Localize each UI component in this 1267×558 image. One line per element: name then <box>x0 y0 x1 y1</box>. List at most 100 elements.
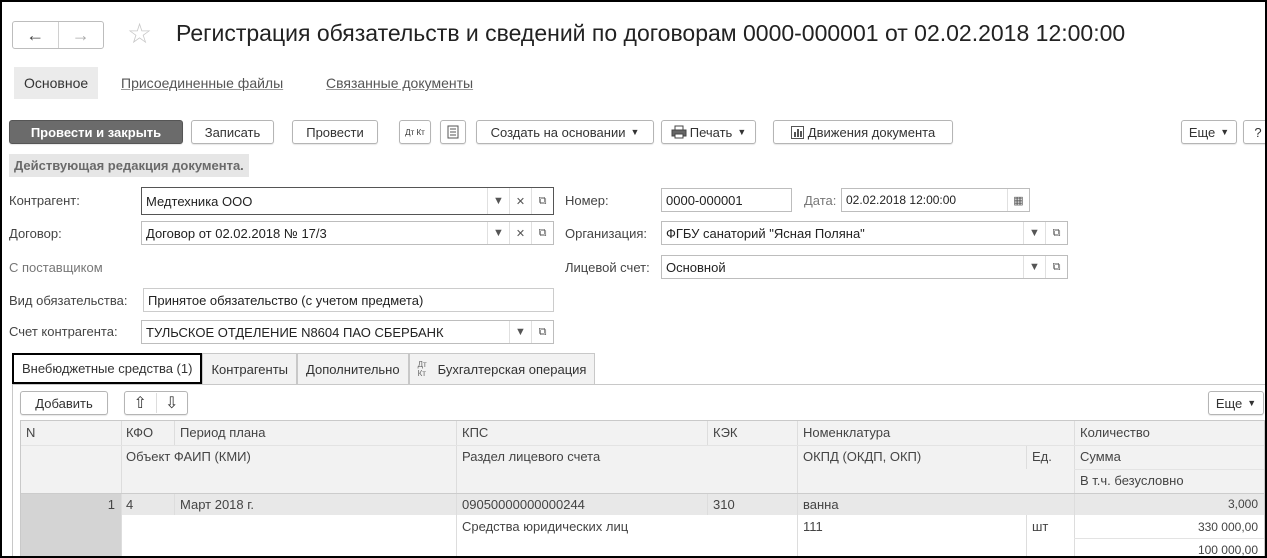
header-kps[interactable]: КПС <box>457 421 488 444</box>
date-field[interactable]: 02.02.2018 12:00:00 ▦ <box>841 188 1030 212</box>
funds-table: N КФО Период плана КПС КЭК Номенклатура … <box>20 420 1265 557</box>
personal-account-field[interactable]: Основной ▼ ⧉ <box>661 255 1068 279</box>
favorite-star-icon[interactable]: ☆ <box>127 20 152 48</box>
help-button[interactable]: ? <box>1243 120 1265 144</box>
dropdown-icon[interactable]: ▼ <box>1023 256 1045 278</box>
cell-account-section[interactable]: Средства юридических лиц <box>457 515 628 538</box>
cell-plan-period[interactable]: Март 2018 г. <box>175 493 254 515</box>
tab-attached-files[interactable]: Присоединенные файлы <box>121 75 283 91</box>
header-n[interactable]: N <box>21 421 35 444</box>
cell-okpd[interactable]: 111 <box>798 515 823 538</box>
contractor-value: Медтехника ООО <box>146 193 253 209</box>
printer-icon <box>671 125 687 139</box>
tab-additional[interactable]: Дополнительно <box>297 353 409 384</box>
tab-accounting-operation-label: Бухгалтерская операция <box>437 361 587 377</box>
chevron-down-icon: ▼ <box>1220 127 1230 137</box>
create-based-on-button[interactable]: Создать на основании ▼ <box>476 120 654 144</box>
dropdown-icon[interactable]: ▼ <box>487 188 509 214</box>
contract-value: Договор от 02.02.2018 № 17/3 <box>146 225 327 241</box>
contractor-field[interactable]: Медтехника ООО ▼ ✕ ⧉ <box>141 187 554 215</box>
open-icon[interactable]: ⧉ <box>1045 256 1067 278</box>
save-button[interactable]: Записать <box>191 120 274 144</box>
header-okpd[interactable]: ОКПД (ОКДП, ОКП) <box>798 445 921 468</box>
list-icon[interactable] <box>440 120 466 144</box>
detail-tabs: Внебюджетные средства (1) Контрагенты До… <box>12 353 596 384</box>
open-icon[interactable]: ⧉ <box>531 321 553 343</box>
contractor-account-value: ТУЛЬСКОЕ ОТДЕЛЕНИЕ N8604 ПАО СБЕРБАНК <box>146 324 444 340</box>
print-label: Печать <box>689 124 733 140</box>
clear-icon[interactable]: ✕ <box>509 188 531 214</box>
header-faip-object[interactable]: Объект ФАИП (КМИ) <box>121 445 251 468</box>
dropdown-icon[interactable]: ▼ <box>509 321 531 343</box>
tab-related-documents[interactable]: Связанные документы <box>326 75 473 91</box>
cell-n[interactable]: 1 <box>21 493 121 515</box>
supplier-note: С поставщиком <box>9 260 103 275</box>
organization-label: Организация: <box>565 226 648 241</box>
header-unit[interactable]: Ед. <box>1027 445 1052 468</box>
open-icon[interactable]: ⧉ <box>531 188 553 214</box>
contractor-account-field[interactable]: ТУЛЬСКОЕ ОТДЕЛЕНИЕ N8604 ПАО СБЕРБАНК ▼ … <box>141 320 554 344</box>
obligation-type-field[interactable]: Принятое обязательство (с учетом предмет… <box>143 288 554 312</box>
move-down-icon[interactable]: ⇩ <box>155 393 188 413</box>
contract-label: Договор: <box>9 226 62 241</box>
document-movements-button[interactable]: Движения документа <box>773 120 953 144</box>
number-label: Номер: <box>565 193 609 208</box>
personal-account-label: Лицевой счет: <box>565 260 650 275</box>
header-nomenclature[interactable]: Номенклатура <box>798 421 890 444</box>
header-quantity[interactable]: Количество <box>1075 421 1150 444</box>
cell-kek[interactable]: 310 <box>708 493 735 515</box>
dt-kt-icon[interactable]: Дт Кт <box>399 120 431 144</box>
tab-contractors[interactable]: Контрагенты <box>202 353 298 384</box>
contractor-label: Контрагент: <box>9 193 80 208</box>
date-value: 02.02.2018 12:00:00 <box>846 193 957 207</box>
contract-field[interactable]: Договор от 02.02.2018 № 17/3 ▼ ✕ ⧉ <box>141 221 554 245</box>
obligation-type-value: Принятое обязательство (с учетом предмет… <box>148 292 424 308</box>
nav-buttons: ← → <box>12 21 104 49</box>
document-window: ← → ☆ Регистрация обязательств и сведени… <box>0 0 1267 558</box>
open-icon[interactable]: ⧉ <box>531 222 553 244</box>
add-row-button[interactable]: Добавить <box>20 391 108 415</box>
tab-accounting-operation[interactable]: Дт Кт Бухгалтерская операция <box>408 353 596 384</box>
header-unconditional[interactable]: В т.ч. безусловно <box>1075 469 1184 492</box>
chevron-down-icon: ▼ <box>1247 398 1257 408</box>
contractor-account-label: Счет контрагента: <box>9 324 118 339</box>
print-button[interactable]: Печать ▼ <box>661 120 756 144</box>
number-value: 0000-000001 <box>666 192 743 208</box>
header-account-section[interactable]: Раздел лицевого счета <box>457 445 600 468</box>
date-label: Дата: <box>804 193 837 208</box>
tab-main[interactable]: Основное <box>14 67 99 99</box>
header-kek[interactable]: КЭК <box>708 421 738 444</box>
cell-kfo[interactable]: 4 <box>121 493 133 515</box>
header-kfo[interactable]: КФО <box>121 421 153 444</box>
dropdown-icon[interactable]: ▼ <box>487 222 509 244</box>
table-more-button[interactable]: Еще ▼ <box>1208 391 1264 415</box>
cell-unit[interactable]: шт <box>1027 515 1048 538</box>
post-button[interactable]: Провести <box>292 120 378 144</box>
page-title: Регистрация обязательств и сведений по д… <box>176 20 1126 46</box>
clear-icon[interactable]: ✕ <box>509 222 531 244</box>
obligation-type-label: Вид обязательства: <box>9 293 128 308</box>
more-label: Еще <box>1188 124 1216 140</box>
number-field[interactable]: 0000-000001 <box>661 188 792 212</box>
back-arrow-icon[interactable]: ← <box>13 22 58 48</box>
cell-quantity[interactable]: 3,000 <box>1075 493 1264 515</box>
more-button[interactable]: Еще ▼ <box>1181 120 1237 144</box>
tab-extrabudgetary-funds[interactable]: Внебюджетные средства (1) <box>12 353 203 384</box>
personal-account-value: Основной <box>666 259 726 275</box>
header-plan-period[interactable]: Период плана <box>175 421 265 444</box>
post-and-close-button[interactable]: Провести и закрыть <box>9 120 183 144</box>
dropdown-icon[interactable]: ▼ <box>1023 222 1045 244</box>
current-revision-notice: Действующая редакция документа. <box>9 154 249 177</box>
move-up-icon[interactable]: ⇧ <box>125 393 156 413</box>
forward-arrow-icon[interactable]: → <box>57 22 104 48</box>
cell-sum[interactable]: 330 000,00 <box>1075 515 1264 538</box>
organization-field[interactable]: ФГБУ санаторий "Ясная Поляна" ▼ ⧉ <box>661 221 1068 245</box>
cell-unconditional[interactable]: 100 000,00 <box>1075 538 1264 557</box>
calendar-icon[interactable]: ▦ <box>1007 189 1029 211</box>
open-icon[interactable]: ⧉ <box>1045 222 1067 244</box>
cell-kps[interactable]: 09050000000000244 <box>457 493 585 515</box>
movements-icon <box>790 125 804 139</box>
move-buttons: ⇧ ⇩ <box>124 391 188 415</box>
header-sum[interactable]: Сумма <box>1075 445 1121 468</box>
cell-nomenclature[interactable]: ванна <box>798 493 839 515</box>
